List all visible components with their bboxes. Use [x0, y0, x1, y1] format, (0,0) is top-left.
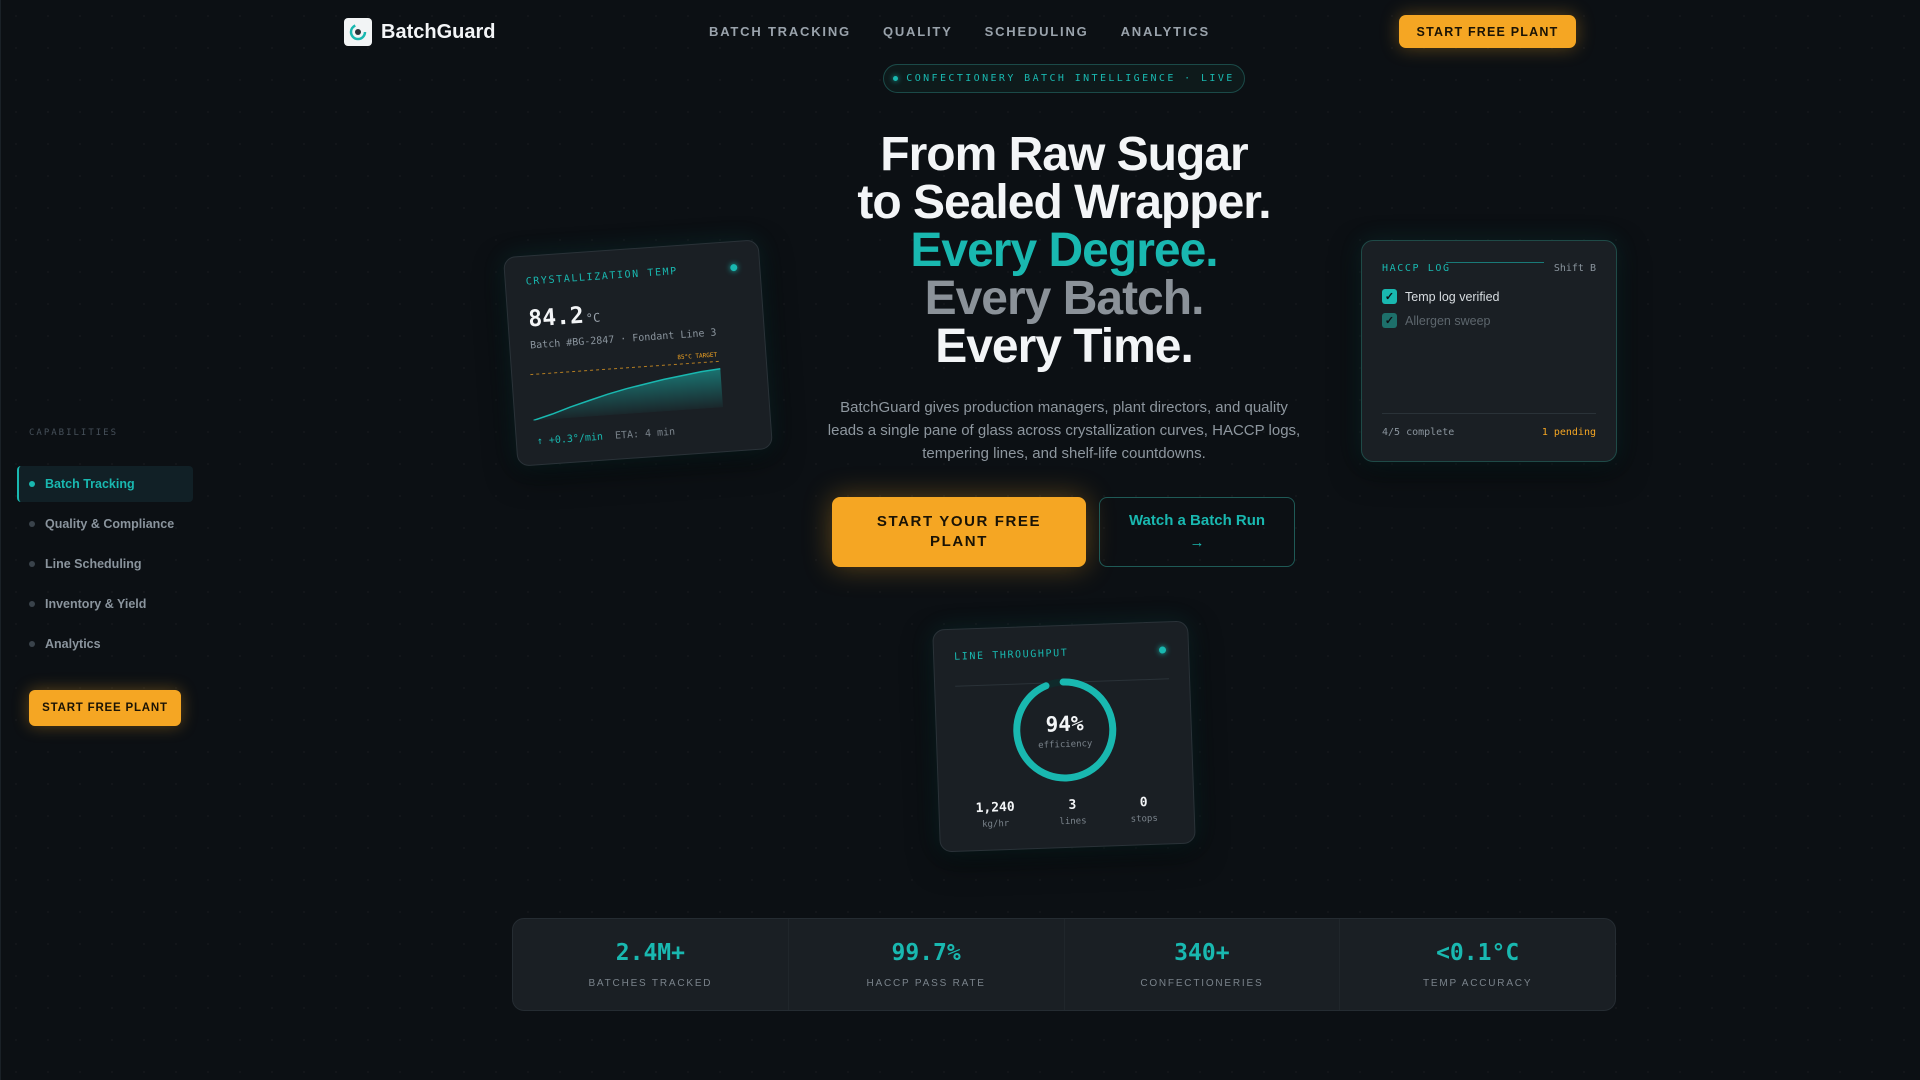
sidebar-start-free-plant-button[interactable]: START FREE PLANT — [29, 690, 181, 726]
haccp-item-temp-log[interactable]: ✓ Temp log verified — [1382, 289, 1500, 304]
stat-batches-tracked: 2.4M+ BATCHES TRACKED — [513, 919, 789, 1010]
efficiency-percent: 94% — [1045, 711, 1084, 737]
active-dot-icon — [29, 481, 35, 487]
live-status-dot-icon — [1158, 646, 1167, 654]
haccp-item-allergen-sweep[interactable]: ✓ Allergen sweep — [1382, 313, 1490, 328]
headline-line-5: Every Time. — [935, 320, 1194, 373]
brand-name: BatchGuard — [381, 20, 496, 43]
stat-value: 0 — [1139, 795, 1148, 811]
stat-unit: lines — [1059, 816, 1087, 828]
card-title: HACCP LOG — [1382, 263, 1451, 274]
shift-label: Shift B — [1553, 263, 1596, 274]
crystallization-temp-card: CRYSTALLIZATION TEMP 84.2°C Batch #BG-28… — [502, 239, 774, 467]
stat-lines: 3 lines — [1059, 797, 1087, 828]
haccp-item-label: Allergen sweep — [1405, 313, 1491, 328]
dot-icon — [29, 641, 35, 647]
nav-link-analytics[interactable]: ANALYTICS — [1121, 24, 1210, 39]
nav-link-scheduling[interactable]: SCHEDULING — [985, 24, 1089, 39]
start-your-free-plant-button[interactable]: START YOUR FREE PLANT — [832, 497, 1086, 567]
sidebar-heading: CAPABILITIES — [29, 428, 119, 438]
checkbox-checked-icon: ✓ — [1382, 313, 1397, 328]
stat-value: 3 — [1068, 797, 1077, 813]
batchguard-logo-icon — [344, 18, 372, 46]
sidebar-item-analytics[interactable]: Analytics — [17, 626, 193, 662]
card-title: CRYSTALLIZATION TEMP — [525, 266, 679, 288]
brand[interactable]: BatchGuard — [344, 18, 495, 46]
badge-text: CONFECTIONERY BATCH INTELLIGENCE · LIVE — [906, 73, 1235, 84]
stat-haccp-pass-rate: 99.7% HACCP PASS RATE — [789, 919, 1065, 1010]
live-dot-icon — [893, 76, 899, 81]
sidebar-item-label: Inventory & Yield — [45, 597, 147, 611]
stat-kg-hr: 1,240 kg/hr — [975, 800, 1015, 830]
eta-value: ETA: 4 min — [614, 426, 676, 442]
haccp-log-card: HACCP LOG Shift B ✓ Temp log verified ✓ … — [1361, 240, 1617, 462]
headline-line-3: Every Degree. — [910, 224, 1218, 277]
stat-label: CONFECTIONERIES — [1140, 978, 1264, 989]
throughput-stats: 1,240 kg/hr 3 lines 0 stops — [953, 794, 1180, 831]
stat-value: 99.7% — [891, 940, 961, 966]
stat-stops: 0 stops — [1130, 795, 1158, 825]
crystallization-curve-chart: 85°C TARGET — [530, 351, 723, 421]
sidebar-item-label: Batch Tracking — [45, 477, 135, 491]
rate-footer: ↑ +0.3°/min ETA: 4 min — [537, 427, 676, 448]
stat-value: 1,240 — [975, 799, 1015, 817]
stat-value: 2.4M+ — [615, 940, 685, 966]
sidebar-item-line-scheduling[interactable]: Line Scheduling — [17, 546, 193, 582]
sidebar-item-label: Quality & Compliance — [45, 517, 175, 531]
capabilities-sidebar: CAPABILITIES Batch Tracking Quality & Co… — [0, 0, 200, 1080]
stat-unit: stops — [1130, 813, 1158, 825]
divider — [1382, 413, 1596, 414]
stat-unit: kg/hr — [981, 818, 1010, 830]
stat-label: BATCHES TRACKED — [588, 978, 713, 989]
haccp-item-label: Temp log verified — [1405, 289, 1500, 304]
stat-temp-accuracy: <0.1°C TEMP ACCURACY — [1340, 919, 1615, 1010]
dot-icon — [29, 601, 35, 607]
sidebar-item-batch-tracking[interactable]: Batch Tracking — [17, 466, 193, 502]
curve-area — [533, 368, 723, 421]
hero-subtitle: BatchGuard gives production managers, pl… — [827, 399, 1301, 462]
stat-label: TEMP ACCURACY — [1422, 978, 1533, 989]
line-throughput-card: LINE THROUGHPUT 94% efficiency 1,240 kg/… — [932, 620, 1196, 853]
stat-value: 340+ — [1174, 940, 1230, 966]
completion-count: 4/5 complete — [1382, 427, 1455, 438]
top-nav: BatchGuard BATCH TRACKING QUALITY SCHEDU… — [0, 0, 1920, 64]
sidebar-list: Batch Tracking Quality & Compliance Line… — [17, 466, 193, 666]
stat-label: HACCP PASS RATE — [866, 978, 986, 989]
pending-count: 1 pending — [1541, 427, 1596, 438]
target-label: 85°C TARGET — [677, 351, 718, 361]
nav-link-batch-tracking[interactable]: BATCH TRACKING — [709, 24, 851, 39]
sidebar-item-label: Line Scheduling — [45, 557, 142, 571]
temperature-unit: °C — [585, 310, 601, 326]
sidebar-item-label: Analytics — [45, 637, 101, 651]
dot-icon — [29, 521, 35, 527]
sidebar-item-quality-compliance[interactable]: Quality & Compliance — [17, 506, 193, 542]
checkbox-checked-icon: ✓ — [1382, 289, 1397, 304]
stats-bar: 2.4M+ BATCHES TRACKED 99.7% HACCP PASS R… — [512, 918, 1616, 1011]
rate-value: ↑ +0.3°/min — [536, 431, 604, 448]
card-title: LINE THROUGHPUT — [953, 647, 1069, 663]
live-badge: CONFECTIONERY BATCH INTELLIGENCE · LIVE — [883, 64, 1245, 93]
watch-batch-run-button[interactable]: Watch a Batch Run → — [1099, 497, 1295, 567]
headline-line-4: Every Batch. — [924, 272, 1205, 325]
temperature-value: 84.2 — [527, 302, 585, 333]
batch-label: Batch #BG-2847 · Fondant Line 3 — [529, 327, 717, 352]
headline-line-1: From Raw Sugar — [880, 128, 1248, 181]
live-status-dot-icon — [730, 263, 738, 272]
nav-start-free-plant-button[interactable]: START FREE PLANT — [1399, 15, 1576, 48]
stat-value: <0.1°C — [1436, 940, 1520, 966]
sidebar-item-inventory-yield[interactable]: Inventory & Yield — [17, 586, 193, 622]
stat-confectioneries: 340+ CONFECTIONERIES — [1065, 919, 1341, 1010]
title-underline — [1446, 262, 1544, 263]
target-line — [530, 360, 720, 376]
temperature-readout: 84.2°C — [527, 302, 600, 333]
nav-link-quality[interactable]: QUALITY — [883, 24, 953, 39]
hero-headline: From Raw Sugar to Sealed Wrapper. Every … — [760, 131, 1368, 371]
main-nav: BATCH TRACKING QUALITY SCHEDULING ANALYT… — [709, 24, 1210, 39]
dot-icon — [29, 561, 35, 567]
headline-line-2: to Sealed Wrapper. — [857, 176, 1271, 229]
